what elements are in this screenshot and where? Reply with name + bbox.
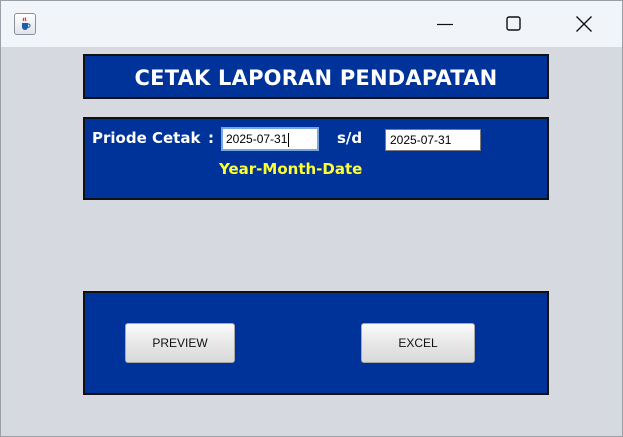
period-form-panel: Priode Cetak : 2025-07-31 s/d 2025-07-31… <box>83 117 549 200</box>
maximize-icon <box>506 16 521 31</box>
preview-button[interactable]: PREVIEW <box>125 323 235 363</box>
end-date-value: 2025-07-31 <box>390 133 452 147</box>
title-bar[interactable] <box>1 1 622 47</box>
close-button[interactable] <box>549 1 619 47</box>
excel-button[interactable]: EXCEL <box>361 323 475 363</box>
start-date-field[interactable]: 2025-07-31 <box>221 127 319 151</box>
date-format-hint: Year-Month-Date <box>219 160 363 178</box>
title-panel: CETAK LAPORAN PENDAPATAN <box>83 54 549 99</box>
end-date-field[interactable]: 2025-07-31 <box>385 129 481 151</box>
periode-label: Priode Cetak <box>92 129 201 147</box>
start-date-value: 2025-07-31 <box>226 132 288 146</box>
text-caret <box>288 132 290 147</box>
maximize-button[interactable] <box>479 1 549 47</box>
report-window: CETAK LAPORAN PENDAPATAN Priode Cetak : … <box>0 0 623 437</box>
java-cup-icon[interactable] <box>14 13 36 35</box>
page-title: CETAK LAPORAN PENDAPATAN <box>134 66 498 90</box>
separator-label: s/d <box>337 129 363 147</box>
close-icon <box>576 16 592 32</box>
minimize-button[interactable] <box>410 1 480 47</box>
action-buttons-panel: PREVIEW EXCEL <box>83 291 549 395</box>
periode-colon: : <box>208 129 214 147</box>
minimize-icon <box>437 23 453 26</box>
